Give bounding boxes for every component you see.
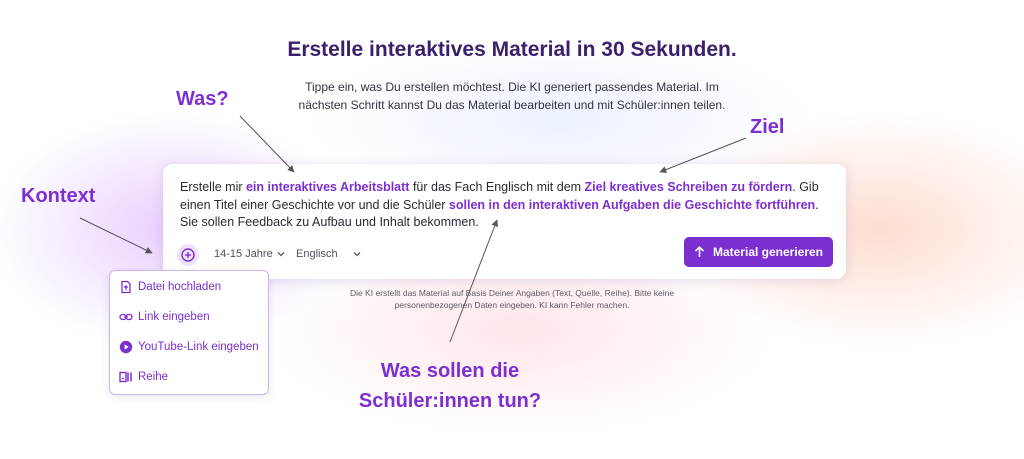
annotation-task: Was sollen die Schüler:innen tun?: [330, 356, 570, 416]
annotation-kontext: Kontext: [21, 185, 96, 207]
add-context-button[interactable]: [177, 244, 199, 266]
menu-item-series[interactable]: Reihe: [119, 370, 168, 384]
disclaimer-line-1: Die KI erstellt das Material auf Basis D…: [349, 288, 675, 298]
prompt-input[interactable]: Erstelle mir ein interaktives Arbeitsbla…: [180, 179, 830, 232]
generate-button-label: Material generieren: [712, 245, 824, 259]
disclaimer-line-2: personenbezogenen Daten eingeben. KI kan…: [394, 300, 630, 310]
prompt-highlight-goal: Ziel kreatives Schreiben zu fördern: [584, 180, 793, 194]
plus-circle-icon: [181, 248, 195, 262]
menu-item-label: Link eingeben: [138, 311, 210, 323]
age-select[interactable]: 14-15 Jahre: [214, 248, 286, 260]
annotation-ziel: Ziel: [750, 116, 785, 138]
age-select-value: 14-15 Jahre: [214, 248, 273, 260]
annotation-task-line-2: Schüler:innen tun?: [358, 390, 542, 412]
chevron-down-icon: [277, 252, 285, 257]
page-subtitle: Tippe ein, was Du erstellen möchtest. Di…: [270, 78, 754, 114]
file-upload-icon: [121, 280, 131, 294]
menu-item-upload-file[interactable]: Datei hochladen: [119, 280, 221, 294]
context-menu: Datei hochladen Link eingeben YouTube-Li…: [109, 270, 269, 395]
menu-item-label: Datei hochladen: [138, 281, 222, 293]
subtitle-line-1: Tippe ein, was Du erstellen möchtest. Di…: [305, 80, 719, 94]
prompt-text: für das Fach Englisch mit dem: [409, 180, 585, 194]
menu-item-youtube-link[interactable]: YouTube-Link eingeben: [119, 340, 259, 354]
menu-item-enter-link[interactable]: Link eingeben: [119, 310, 210, 324]
series-icon: [119, 371, 132, 383]
arrow-up-icon: [694, 246, 705, 257]
language-select[interactable]: Englisch: [296, 248, 362, 260]
menu-item-label: Reihe: [138, 371, 169, 383]
language-select-value: Englisch: [296, 248, 338, 260]
chevron-down-icon: [353, 252, 361, 257]
play-circle-icon: [119, 340, 133, 354]
page-title: Erstelle interaktives Material in 30 Sek…: [287, 38, 737, 61]
annotation-was: Was?: [176, 88, 229, 110]
prompt-highlight-task: sollen in den interaktiven Aufgaben die …: [448, 197, 816, 212]
subtitle-line-2: nächsten Schritt kannst Du das Material …: [298, 98, 726, 112]
prompt-card: Erstelle mir ein interaktives Arbeitsbla…: [163, 164, 846, 279]
menu-item-label: YouTube-Link eingeben: [138, 341, 259, 353]
prompt-text: Erstelle mir: [180, 180, 246, 194]
generate-material-button[interactable]: Material generieren: [684, 237, 833, 267]
prompt-highlight-what: ein interaktives Arbeitsblatt: [245, 180, 410, 194]
annotation-task-line-1: Was sollen die: [380, 360, 520, 382]
link-icon: [119, 313, 133, 321]
ai-disclaimer: Die KI erstellt das Material auf Basis D…: [320, 287, 704, 311]
